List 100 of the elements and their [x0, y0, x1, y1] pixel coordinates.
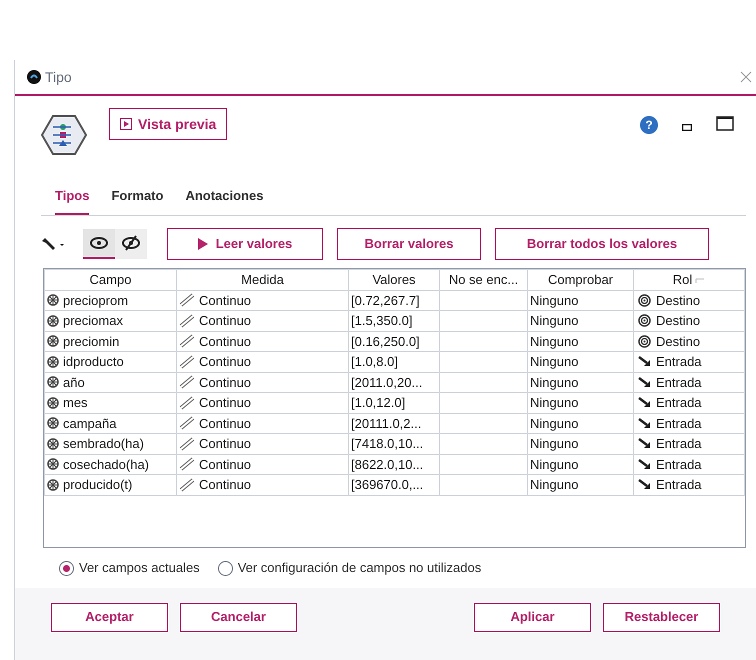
column-header[interactable]: Valores — [348, 270, 440, 290]
column-header[interactable]: Campo — [44, 270, 176, 290]
role-text: Destino — [656, 312, 700, 330]
measure-text: Continuo — [199, 332, 252, 350]
check-text: Ninguno — [530, 332, 578, 351]
column-header[interactable]: No se enc... — [440, 270, 528, 290]
radio-button[interactable] — [59, 560, 74, 576]
column-header[interactable]: Medida — [176, 270, 348, 290]
column-header[interactable]: Rol — [634, 270, 744, 290]
target-icon — [638, 314, 651, 328]
role-text: Destino — [656, 332, 700, 350]
field-name: sembrado(ha) — [63, 435, 144, 453]
field-icon — [47, 356, 59, 368]
role-text: Entrada — [656, 435, 702, 453]
role-text: Entrada — [656, 476, 702, 494]
tab[interactable]: Tipos — [55, 186, 90, 215]
role-text: Entrada — [656, 394, 702, 412]
ruler-icon — [179, 354, 195, 369]
arrow-icon — [638, 458, 651, 470]
field-name: campaña — [63, 414, 116, 433]
tab[interactable]: Formato — [111, 186, 164, 215]
check-text: Ninguno — [530, 476, 578, 494]
action-button[interactable]: Borrar todos los valores — [495, 228, 709, 260]
measure-text: Continuo — [199, 476, 252, 494]
eye-slash-icon — [121, 235, 141, 251]
values-text: [1.0,12.0] — [351, 394, 406, 412]
maximize-icon[interactable] — [716, 116, 734, 131]
arrow-icon — [638, 479, 651, 490]
column-header[interactable]: Comprobar — [528, 270, 634, 290]
measure-text: Continuo — [199, 374, 252, 392]
ruler-icon — [179, 293, 195, 308]
preview-button[interactable]: Vista previa — [109, 108, 228, 140]
values-text: [1.0,8.0] — [351, 353, 398, 371]
help-button[interactable]: ? — [640, 116, 658, 134]
action-button[interactable]: Borrar valores — [337, 228, 481, 260]
values-text: [0.16,250.0] — [351, 332, 420, 351]
field-name: cosechado(ha) — [63, 456, 149, 474]
field-icon — [47, 335, 59, 348]
role-text: Entrada — [656, 456, 702, 474]
close-icon[interactable] — [740, 71, 752, 83]
check-text: Ninguno — [530, 353, 578, 371]
show-fields-button[interactable] — [83, 229, 115, 259]
check-text: Ninguno — [530, 456, 578, 474]
footer-button[interactable]: Aplicar — [474, 602, 591, 632]
values-text: [2011.0,20... — [351, 374, 422, 392]
role-text: Entrada — [656, 374, 702, 392]
measure-text: Continuo — [199, 292, 252, 310]
values-text: [8622.0,10... — [351, 456, 424, 474]
eye-icon — [89, 237, 109, 249]
play-icon — [198, 238, 208, 250]
footer-button[interactable]: Restablecer — [603, 602, 720, 632]
radio-option[interactable]: Ver campos actuales — [59, 558, 200, 578]
arrow-icon — [638, 356, 651, 368]
arrow-icon — [638, 418, 651, 429]
field-icon — [47, 396, 59, 409]
app-logo-icon — [27, 70, 41, 84]
footer-button[interactable]: Aceptar — [51, 602, 168, 632]
check-text: Ninguno — [530, 292, 578, 310]
footer-button[interactable]: Cancelar — [180, 602, 297, 632]
arrow-icon — [638, 397, 651, 408]
ruler-icon — [179, 457, 195, 472]
check-text: Ninguno — [530, 394, 578, 412]
measure-text: Continuo — [199, 312, 252, 330]
field-icon — [47, 458, 59, 470]
role-text: Entrada — [656, 353, 702, 371]
target-icon — [638, 334, 651, 348]
sort-icon — [695, 278, 706, 284]
role-text: Destino — [656, 292, 700, 310]
ruler-icon — [179, 478, 195, 492]
field-icon — [47, 314, 59, 327]
radio-button[interactable] — [218, 560, 233, 576]
values-text: [1.5,350.0] — [351, 312, 412, 330]
field-name: precioprom — [63, 292, 128, 310]
ruler-icon — [179, 416, 195, 430]
field-name: mes — [63, 394, 88, 412]
minimize-icon[interactable] — [682, 124, 692, 131]
measure-text: Continuo — [199, 394, 252, 412]
values-text: [369670.0,... — [351, 476, 424, 494]
measure-text: Continuo — [199, 456, 252, 474]
field-icon — [47, 438, 59, 450]
field-name: idproducto — [63, 353, 124, 371]
ruler-icon — [179, 334, 195, 348]
field-name: producido(t) — [63, 476, 132, 494]
field-name: preciomin — [63, 332, 120, 351]
radio-option[interactable]: Ver configuración de campos no utilizados — [218, 558, 482, 578]
check-text: Ninguno — [530, 312, 578, 330]
arrow-icon — [638, 438, 651, 450]
tab[interactable]: Anotaciones — [185, 186, 264, 215]
field-icon — [47, 478, 59, 491]
measure-text: Continuo — [199, 353, 252, 371]
measure-text: Continuo — [199, 435, 252, 453]
play-icon — [120, 118, 132, 130]
action-button[interactable]: Leer valores — [167, 228, 323, 260]
ruler-icon — [179, 375, 195, 390]
check-text: Ninguno — [530, 414, 578, 433]
field-name: año — [63, 374, 85, 392]
ruler-icon — [179, 396, 195, 410]
check-text: Ninguno — [530, 374, 578, 392]
values-text: [7418.0,10... — [351, 435, 424, 453]
field-name: preciomax — [63, 312, 123, 330]
